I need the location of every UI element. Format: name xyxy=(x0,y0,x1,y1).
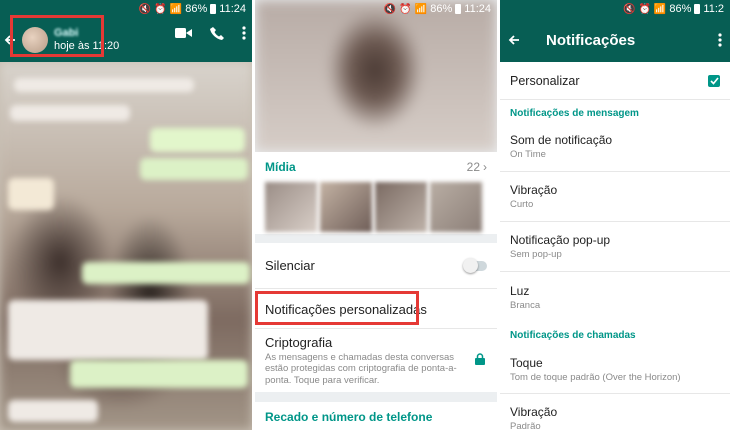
alarm-icon: ⏰ xyxy=(154,3,167,15)
customize-label: Personalizar xyxy=(510,73,580,88)
about-phone-section[interactable]: Recado e número de telefone xyxy=(255,402,497,430)
item-label: Luz xyxy=(510,283,530,298)
clock: 11:24 xyxy=(464,3,491,15)
voice-call-icon[interactable] xyxy=(210,26,224,40)
media-thumbnail[interactable] xyxy=(265,182,317,232)
item-value: Curto xyxy=(510,199,534,210)
video-call-icon[interactable] xyxy=(175,26,192,40)
highlight-custom-notifications xyxy=(255,291,419,325)
item-label: Vibração xyxy=(510,404,558,419)
ringtone-item[interactable]: Toque Tom de toque padrão (Over the Hori… xyxy=(500,346,730,394)
contact-info-screen: 🔇 ⏰ 📶 86% 11:24 Mídia 22 › Silenciar Not… xyxy=(255,0,497,430)
mute-status-icon: 🔇 xyxy=(383,3,397,15)
about-phone-label: Recado e número de telefone xyxy=(265,410,433,424)
media-thumbnail[interactable] xyxy=(320,182,372,232)
media-count: 22 xyxy=(466,160,480,174)
call-vibration-item[interactable]: Vibração Padrão xyxy=(500,394,730,430)
wifi-icon: 📶 xyxy=(653,3,667,15)
customize-checkbox[interactable] xyxy=(708,74,720,87)
alarm-icon: ⏰ xyxy=(399,3,412,15)
mute-toggle[interactable] xyxy=(463,257,487,273)
media-card[interactable]: Mídia 22 › xyxy=(255,152,497,234)
status-bar: 🔇 ⏰ 📶 86% 11:2 xyxy=(500,0,730,18)
popup-notification-item[interactable]: Notificação pop-up Sem pop-up xyxy=(500,222,730,272)
item-value: Sem pop-up xyxy=(510,249,562,260)
status-bar: 🔇 ⏰ 📶 86% 11:24 xyxy=(255,0,497,18)
battery-percent: 86% xyxy=(430,3,453,15)
alarm-icon: ⏰ xyxy=(638,3,651,15)
back-arrow-icon[interactable] xyxy=(508,34,520,46)
item-value: Padrão xyxy=(510,420,541,430)
mute-row[interactable]: Silenciar xyxy=(255,243,497,289)
notifications-screen: 🔇 ⏰ 📶 86% 11:2 Notificações Personalizar… xyxy=(500,0,730,430)
item-label: Notificação pop-up xyxy=(510,233,611,247)
item-label: Toque xyxy=(510,356,543,370)
wifi-icon: 📶 xyxy=(414,3,428,15)
encryption-row[interactable]: Criptografia As mensagens e chamadas des… xyxy=(255,328,497,392)
vibration-item[interactable]: Vibração Curto xyxy=(500,172,730,222)
chat-screen: 🔇 ⏰ 📶 86% 11:24 Gabi hoje às 11:20 xyxy=(0,0,252,430)
mute-status-icon: 🔇 xyxy=(623,3,636,15)
notification-sound-item[interactable]: Som de notificação On Time xyxy=(500,122,730,172)
battery-icon xyxy=(210,4,217,14)
media-label: Mídia xyxy=(265,160,296,174)
more-options-icon[interactable] xyxy=(718,33,722,47)
more-options-icon[interactable] xyxy=(242,26,246,40)
item-label: Som de notificação xyxy=(510,133,613,147)
highlight-contact-header xyxy=(10,15,104,57)
mute-status-icon: 🔇 xyxy=(138,3,152,15)
battery-icon xyxy=(694,4,701,14)
battery-percent: 86% xyxy=(669,3,692,15)
notifications-app-bar: Notificações xyxy=(500,18,730,62)
battery-percent: 86% xyxy=(185,3,208,15)
media-count-row: 22 › xyxy=(467,160,487,174)
lock-icon xyxy=(475,353,485,365)
message-notifications-section: Notificações de mensagem xyxy=(510,108,639,119)
customize-row[interactable]: Personalizar xyxy=(500,62,730,100)
chevron-right-icon: › xyxy=(483,160,487,174)
wifi-icon: 📶 xyxy=(169,3,183,15)
media-thumbnail[interactable] xyxy=(430,182,482,232)
light-item[interactable]: Luz Branca xyxy=(500,272,730,322)
mute-label: Silenciar xyxy=(265,258,315,273)
item-value: Tom de toque padrão (Over the Horizon) xyxy=(510,372,681,383)
item-value: Branca xyxy=(510,299,541,311)
item-label: Vibração xyxy=(510,183,558,197)
item-value: On Time xyxy=(510,149,546,160)
encryption-label: Criptografia xyxy=(265,335,333,350)
media-thumbnail[interactable] xyxy=(375,182,427,232)
clock: 11:24 xyxy=(219,3,246,15)
encryption-description: As mensagens e chamadas desta conversas … xyxy=(265,352,457,386)
call-notifications-section: Notificações de chamadas xyxy=(510,330,636,341)
page-title: Notificações xyxy=(546,31,636,49)
battery-icon xyxy=(455,4,462,14)
clock: 11:2 xyxy=(703,3,724,15)
contact-photo xyxy=(255,0,497,152)
